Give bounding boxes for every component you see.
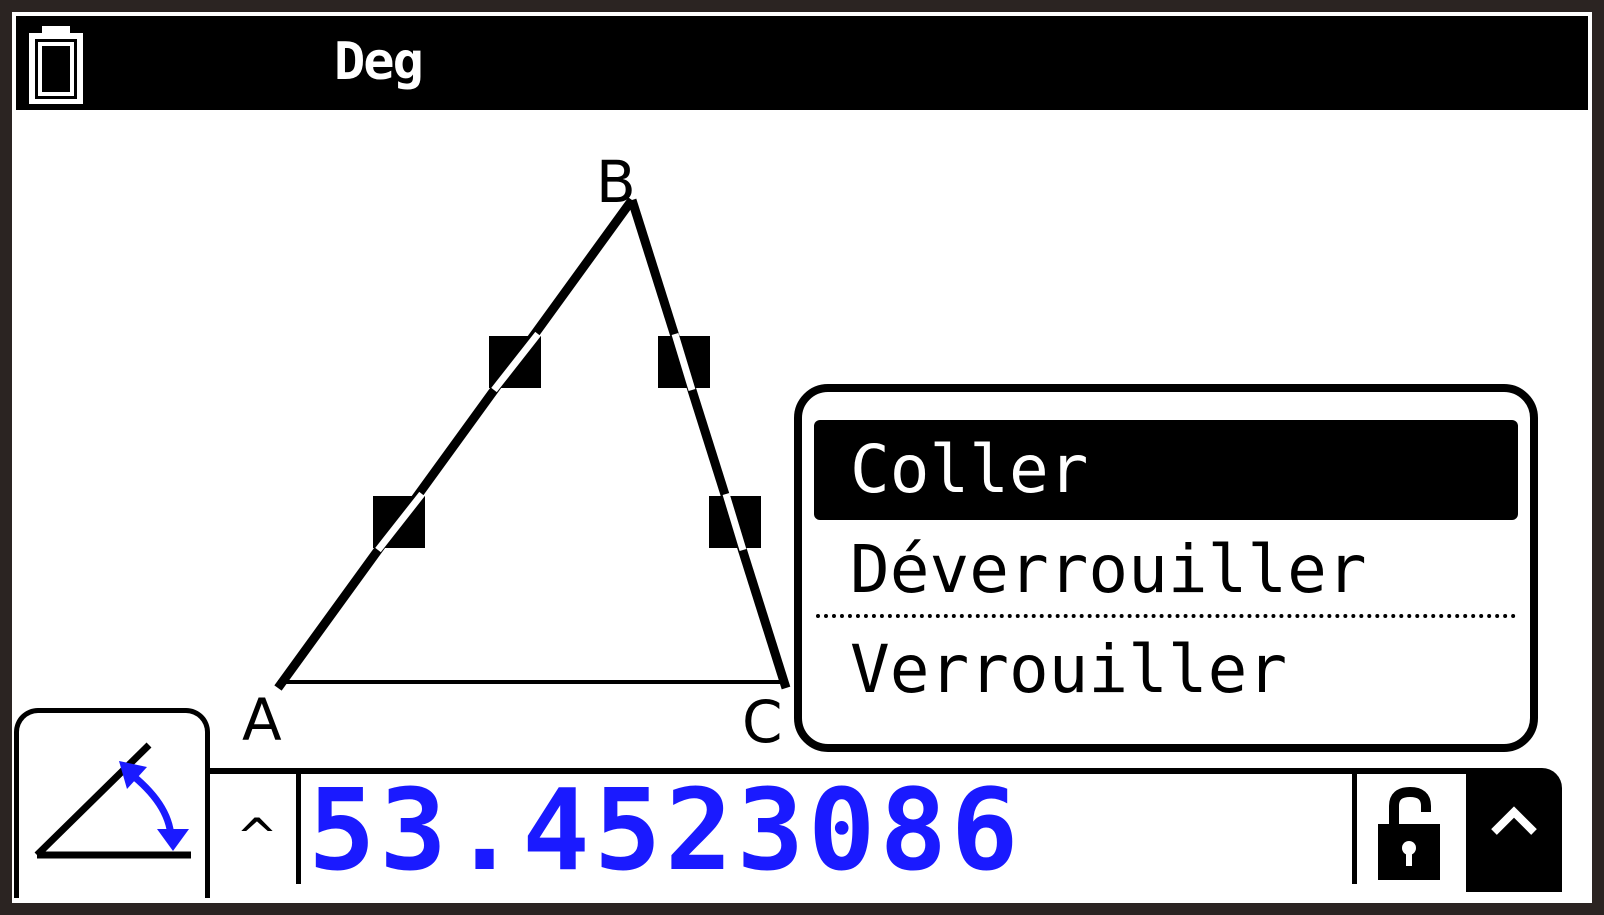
context-menu: Coller Déverrouiller Verrouiller — [794, 384, 1538, 752]
separator — [1352, 772, 1357, 884]
tick-mark-bc-2 — [709, 492, 761, 552]
angle-measure-icon — [34, 742, 191, 859]
caret-left-button[interactable]: ^ — [222, 792, 292, 882]
unlocked-padlock-icon — [1378, 786, 1440, 880]
vertex-label-c: C — [742, 688, 783, 756]
menu-item-verrouiller[interactable]: Verrouiller — [814, 620, 1518, 720]
expand-up-button[interactable] — [1466, 768, 1562, 892]
tick-mark-ab-1 — [489, 331, 541, 393]
menu-item-deverrouiller[interactable]: Déverrouiller — [814, 520, 1518, 620]
tick-mark-bc-1 — [658, 332, 710, 392]
caret-up-icon — [1491, 806, 1537, 835]
calculator-screen: Deg A B C Coller Déverrouiller Verrouill… — [0, 0, 1604, 915]
menu-item-coller[interactable]: Coller — [814, 420, 1518, 520]
separator — [296, 772, 301, 884]
vertex-label-a: A — [242, 686, 282, 754]
segment-bc[interactable] — [627, 198, 791, 690]
lock-button[interactable] — [1364, 778, 1466, 886]
angle-measure-tool-button[interactable] — [14, 708, 210, 898]
measurement-value[interactable]: 53.4523086 — [308, 775, 1022, 887]
bottom-bar: ^ 53.4523086 — [12, 708, 1592, 903]
entry-top-border-right — [1356, 768, 1466, 774]
segment-ab[interactable] — [274, 197, 636, 691]
menu-separator — [816, 614, 1516, 618]
vertex-label-b: B — [596, 148, 636, 216]
tick-mark-ab-2 — [373, 491, 425, 553]
